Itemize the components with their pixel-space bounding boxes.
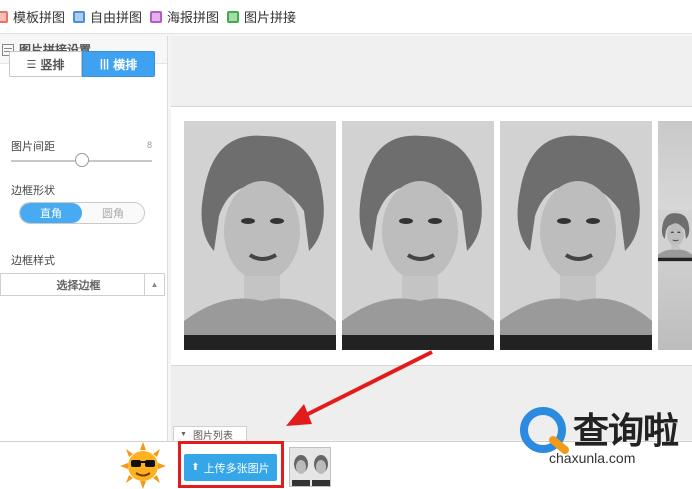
vertical-layout-icon: ☰ bbox=[26, 58, 37, 71]
thumbnail-image bbox=[290, 448, 330, 486]
border-shape-label: 边框形状 bbox=[11, 185, 55, 197]
template-collage-icon bbox=[0, 10, 8, 23]
free-collage-icon bbox=[73, 10, 86, 23]
image-stitch-icon bbox=[227, 10, 240, 23]
spacing-label: 图片间距 bbox=[11, 141, 55, 153]
portrait-image bbox=[500, 121, 652, 350]
portrait-image bbox=[342, 121, 494, 350]
tab-template-collage[interactable]: 模板拼图 bbox=[0, 0, 73, 34]
canvas-top-area bbox=[171, 36, 692, 106]
poster-collage-icon bbox=[150, 10, 163, 23]
watermark-domain: chaxunla.com bbox=[549, 450, 636, 466]
tab-free-collage[interactable]: 自由拼图 bbox=[73, 0, 150, 34]
spacing-slider-handle[interactable] bbox=[75, 153, 89, 167]
tab-image-stitch[interactable]: 图片拼接 bbox=[227, 0, 304, 34]
tab-label: 海报拼图 bbox=[167, 10, 220, 25]
layout-horizontal-label: 横排 bbox=[113, 57, 138, 72]
choose-border-select[interactable]: 选择边框 ▲ bbox=[0, 273, 165, 296]
spacing-value: 8 bbox=[147, 140, 153, 150]
top-tab-bar: 模板拼图 自由拼图 海报拼图 图片拼接 bbox=[0, 0, 692, 34]
tab-label: 自由拼图 bbox=[90, 10, 143, 25]
image-list-tab[interactable]: ▼ 图片列表 bbox=[173, 426, 247, 442]
select-arrow-icon: ▲ bbox=[144, 274, 164, 295]
horizontal-layout-icon: ||| bbox=[99, 58, 110, 70]
highlight-box bbox=[178, 441, 284, 488]
layout-toggle: ☰ 竖排 ||| 横排 bbox=[9, 51, 155, 77]
watermark: 查询啦 chaxunla.com bbox=[513, 402, 692, 472]
stitched-photo[interactable] bbox=[658, 121, 692, 350]
border-shape-toggle: 直角 圆角 bbox=[19, 202, 145, 224]
collapse-triangle-icon: ▼ bbox=[180, 431, 187, 438]
tab-poster-collage[interactable]: 海报拼图 bbox=[150, 0, 227, 34]
stitched-photo[interactable] bbox=[342, 121, 494, 350]
stitched-photo[interactable] bbox=[500, 121, 652, 350]
choose-border-label: 选择边框 bbox=[56, 279, 101, 292]
shape-round-button[interactable]: 圆角 bbox=[82, 203, 144, 223]
tab-label: 图片拼接 bbox=[244, 10, 297, 25]
sun-sunglasses-icon bbox=[120, 442, 166, 489]
search-logo-icon bbox=[520, 407, 569, 454]
border-style-label: 边框样式 bbox=[11, 255, 55, 267]
portrait-image bbox=[658, 209, 692, 262]
layout-horizontal-button[interactable]: ||| 横排 bbox=[82, 51, 155, 77]
tab-label: 模板拼图 bbox=[13, 10, 66, 25]
layout-vertical-button[interactable]: ☰ 竖排 bbox=[9, 51, 82, 77]
layout-vertical-label: 竖排 bbox=[40, 57, 65, 72]
image-list-label: 图片列表 bbox=[192, 431, 233, 442]
watermark-brand: 查询啦 bbox=[573, 411, 679, 452]
image-thumbnail[interactable] bbox=[289, 447, 331, 487]
portrait-image bbox=[184, 121, 336, 350]
stitched-photo[interactable] bbox=[184, 121, 336, 350]
shape-square-button[interactable]: 直角 bbox=[20, 203, 82, 223]
